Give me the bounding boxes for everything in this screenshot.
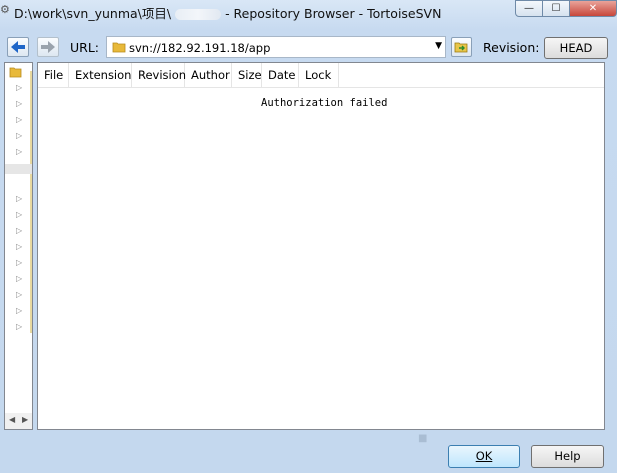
tree-edge bbox=[30, 71, 32, 333]
help-button[interactable]: Help bbox=[531, 445, 604, 468]
repository-browser-window: ⚙ D:\work\svn_yunma\项目\ - Repository Bro… bbox=[0, 0, 617, 473]
error-message: Authorization failed bbox=[261, 97, 388, 109]
maximize-button[interactable]: ☐ bbox=[542, 0, 570, 17]
column-lock[interactable]: Lock bbox=[299, 63, 339, 87]
column-file[interactable]: File bbox=[38, 63, 69, 87]
toolbar: URL: svn://182.92.191.18/app ▼ Revision:… bbox=[4, 34, 614, 60]
folder-go-icon bbox=[454, 42, 468, 53]
scroll-left-icon[interactable]: ◀ bbox=[9, 415, 15, 424]
back-button[interactable] bbox=[7, 37, 29, 57]
folder-icon bbox=[112, 42, 126, 53]
expand-arrow-icon[interactable]: ▷ bbox=[16, 306, 22, 315]
background-text: ■ bbox=[418, 433, 428, 444]
arrow-right-icon bbox=[41, 41, 55, 53]
window-title: D:\work\svn_yunma\项目\ - Repository Brows… bbox=[14, 3, 441, 22]
folder-icon bbox=[9, 67, 22, 78]
expand-arrow-icon[interactable]: ▷ bbox=[16, 210, 22, 219]
expand-arrow-icon[interactable]: ▷ bbox=[16, 194, 22, 203]
column-size[interactable]: Size bbox=[232, 63, 262, 87]
url-label: URL: bbox=[70, 40, 100, 55]
go-button[interactable] bbox=[451, 37, 472, 57]
column-extension[interactable]: Extension bbox=[69, 63, 132, 87]
expand-arrow-icon[interactable]: ▷ bbox=[16, 131, 22, 140]
expand-arrow-icon[interactable]: ▷ bbox=[16, 290, 22, 299]
file-list[interactable]: File Extension Revision Author Size Date… bbox=[37, 62, 605, 430]
expand-arrow-icon[interactable]: ▷ bbox=[16, 274, 22, 283]
revision-label: Revision: bbox=[483, 40, 540, 55]
expand-arrow-icon[interactable]: ▷ bbox=[16, 258, 22, 267]
window-title-suffix: - Repository Browser - TortoiseSVN bbox=[225, 6, 442, 21]
expand-arrow-icon[interactable]: ▷ bbox=[16, 99, 22, 108]
arrow-left-icon bbox=[11, 41, 25, 53]
minimize-button[interactable]: — bbox=[515, 0, 543, 17]
ok-button[interactable]: OK bbox=[448, 445, 520, 468]
expand-arrow-icon[interactable]: ▷ bbox=[16, 226, 22, 235]
redacted-text bbox=[175, 9, 222, 20]
revision-head-button[interactable]: HEAD bbox=[544, 37, 608, 59]
column-date[interactable]: Date bbox=[262, 63, 299, 87]
repository-tree[interactable]: ▷ ▷ ▷ ▷ ▷ ▷ ▷ ▷ ▷ ▷ ▷ ▷ ▷ ▷ ◀ ▶ bbox=[4, 62, 33, 430]
column-author[interactable]: Author bbox=[185, 63, 232, 87]
forward-button[interactable] bbox=[37, 37, 59, 57]
scroll-right-icon[interactable]: ▶ bbox=[22, 415, 28, 424]
ok-button-label: OK bbox=[475, 449, 493, 463]
title-bar: ⚙ D:\work\svn_yunma\项目\ - Repository Bro… bbox=[0, 0, 617, 22]
app-icon: ⚙ bbox=[0, 3, 10, 16]
tree-selection bbox=[5, 164, 32, 174]
close-button[interactable]: ✕ bbox=[569, 0, 617, 17]
dropdown-arrow-icon[interactable]: ▼ bbox=[435, 41, 442, 51]
url-value: svn://182.92.191.18/app bbox=[129, 41, 271, 55]
column-revision[interactable]: Revision bbox=[132, 63, 186, 87]
expand-arrow-icon[interactable]: ▷ bbox=[16, 147, 22, 156]
expand-arrow-icon[interactable]: ▷ bbox=[16, 115, 22, 124]
column-header: File Extension Revision Author Size Date… bbox=[38, 63, 604, 88]
tree-horizontal-scrollbar[interactable]: ◀ ▶ bbox=[5, 413, 32, 429]
url-combobox[interactable]: svn://182.92.191.18/app ▼ bbox=[106, 36, 446, 58]
expand-arrow-icon[interactable]: ▷ bbox=[16, 83, 22, 92]
expand-arrow-icon[interactable]: ▷ bbox=[16, 322, 22, 331]
window-title-path: D:\work\svn_yunma\项目\ bbox=[14, 6, 172, 21]
expand-arrow-icon[interactable]: ▷ bbox=[16, 242, 22, 251]
